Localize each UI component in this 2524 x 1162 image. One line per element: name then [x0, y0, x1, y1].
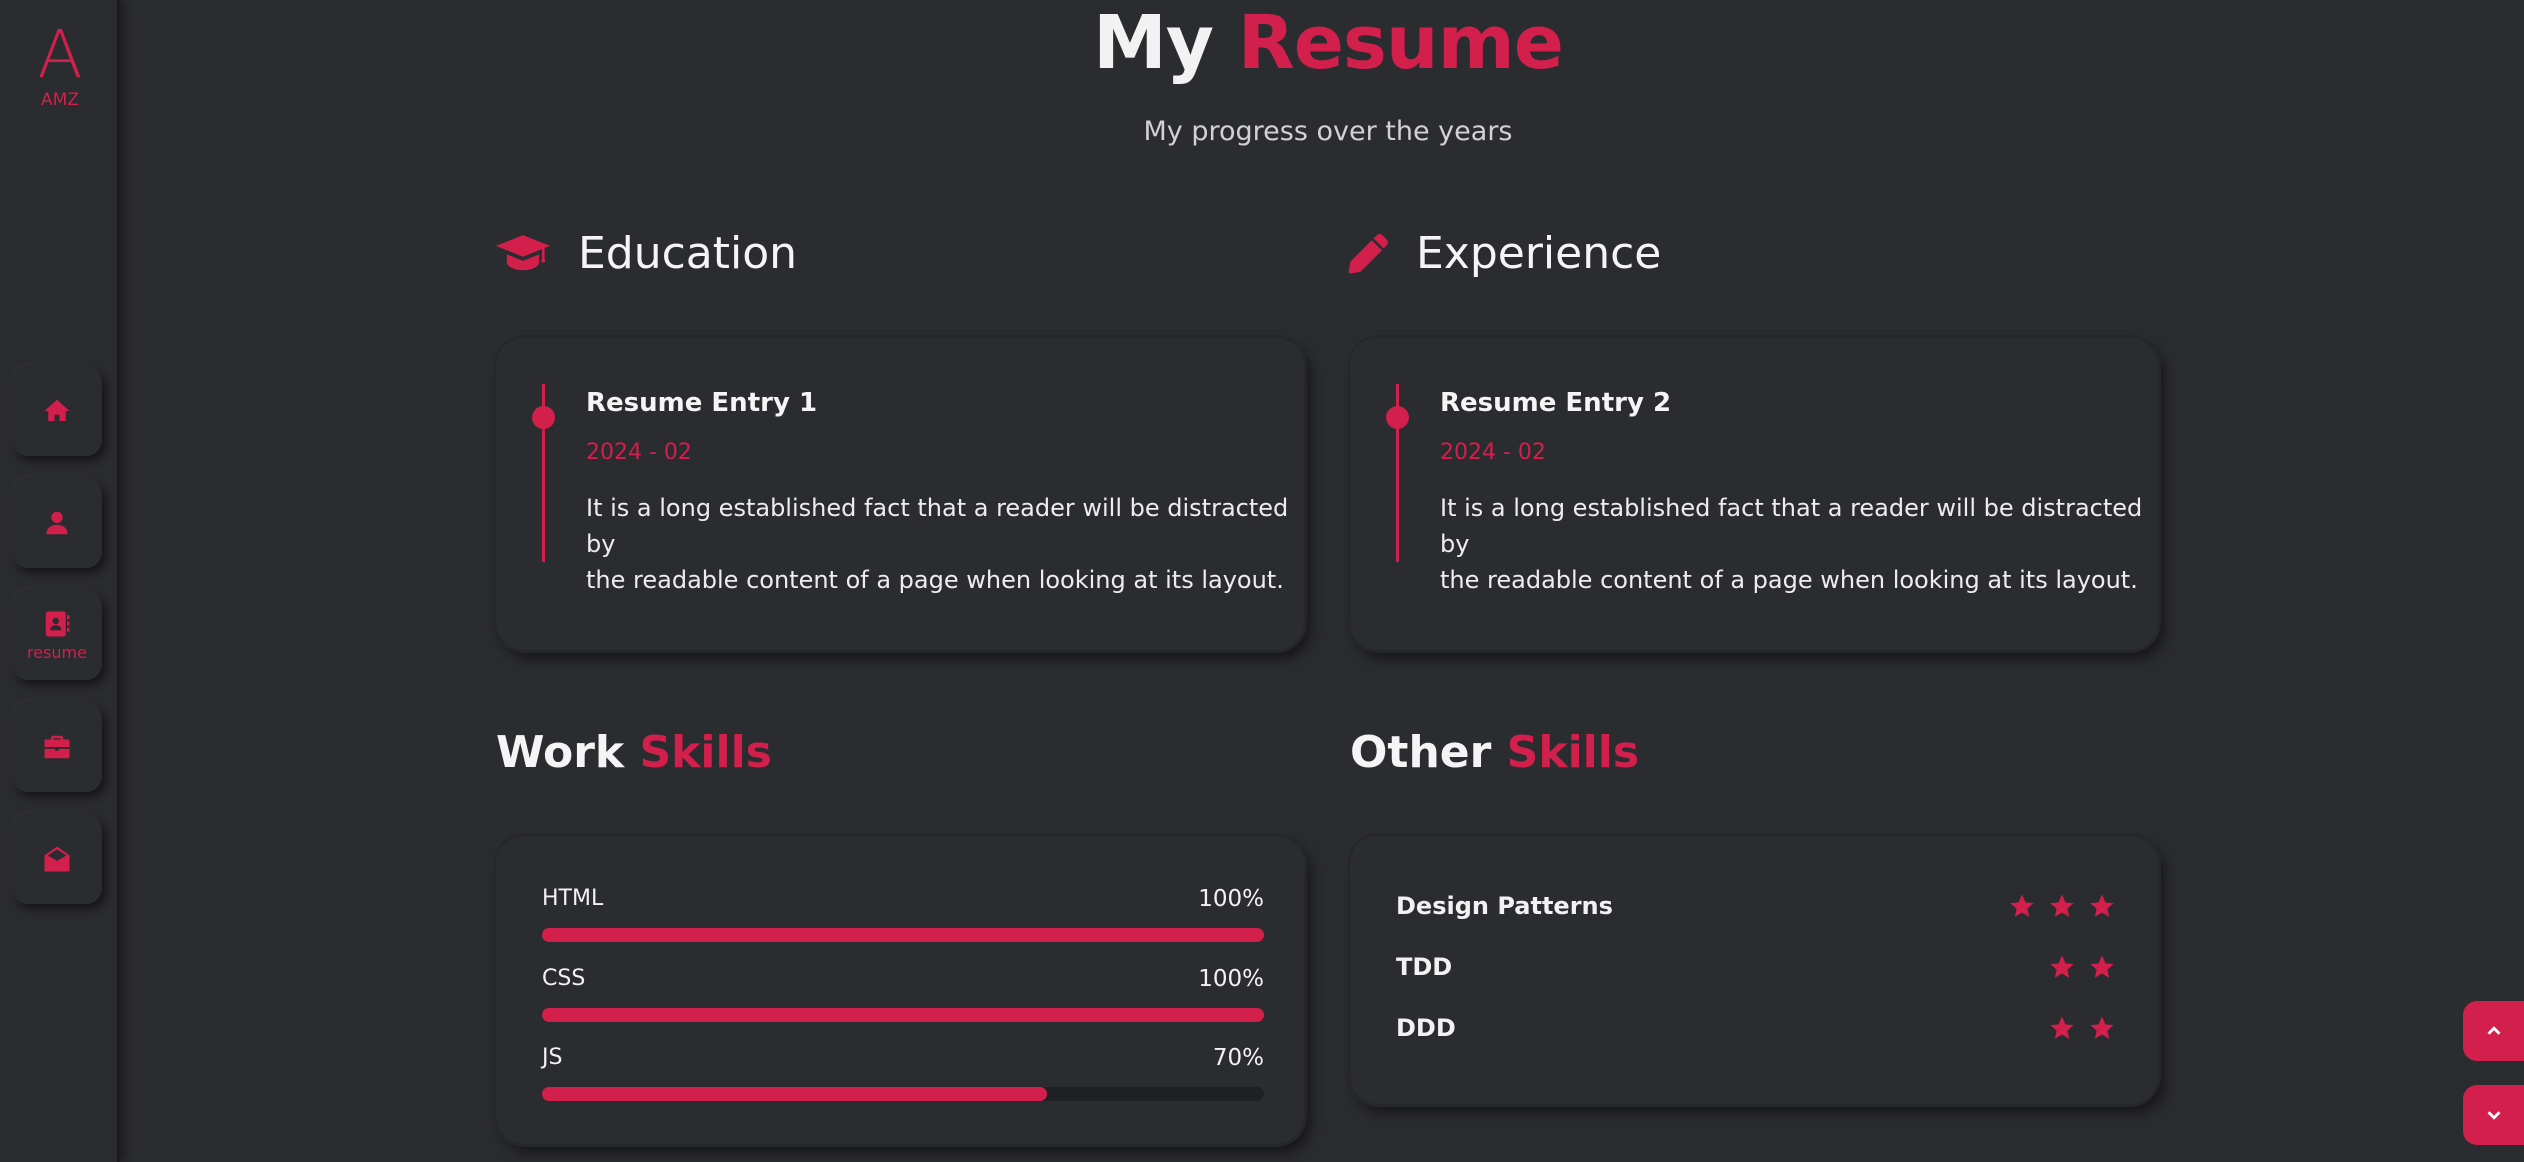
- skill-percent: 70%: [1212, 1045, 1264, 1071]
- education-heading-text: Education: [578, 228, 798, 279]
- entry-description: It is a long established fact that a rea…: [1440, 490, 2160, 598]
- other-skills-card: Design Patterns TDD DDD: [1350, 836, 2158, 1104]
- entry-description-line: It is a long established fact that a rea…: [586, 494, 1289, 558]
- skill-name: JS: [542, 1045, 563, 1070]
- other-skills-heading: Other Skills: [1350, 727, 1639, 778]
- timeline-dot: [532, 406, 555, 429]
- star-icon: [2090, 894, 2114, 917]
- progress-fill: [542, 1008, 1264, 1022]
- progress-track: [542, 1008, 1264, 1022]
- logo-text: AMZ: [41, 90, 79, 110]
- star-icon: [2010, 894, 2034, 917]
- other-skill-row: TDD: [1396, 949, 2116, 989]
- star-icon: [2050, 894, 2074, 917]
- skill-name: HTML: [542, 886, 604, 911]
- entry-title: Resume Entry 1: [586, 388, 818, 418]
- page-title: My Resume: [0, 0, 2524, 86]
- experience-heading-text: Experience: [1416, 228, 1662, 279]
- chevron-down-icon: [2487, 1111, 2500, 1120]
- other-skills-heading-accent: Skills: [1506, 727, 1640, 778]
- entry-description: It is a long established fact that a rea…: [586, 490, 1306, 598]
- entry-title: Resume Entry 2: [1440, 388, 1672, 418]
- briefcase-icon: [44, 735, 70, 759]
- education-heading: Education: [496, 228, 797, 279]
- user-icon: [46, 511, 68, 535]
- other-skill-name: Design Patterns: [1396, 892, 1613, 920]
- other-skill-name: TDD: [1396, 953, 1453, 981]
- graduation-cap-icon: [496, 234, 550, 270]
- entry-date: 2024 - 02: [1440, 440, 1546, 465]
- progress-track: [542, 1087, 1264, 1101]
- scroll-up-button[interactable]: [2463, 1001, 2524, 1061]
- nav-item-about[interactable]: [12, 478, 102, 568]
- nav-label-resume: resume: [27, 642, 87, 662]
- pencil-icon: [1348, 233, 1388, 273]
- star-icon: [2090, 1016, 2114, 1039]
- entry-description-line: the readable content of a page when look…: [1440, 566, 2138, 594]
- page-title-plain: My: [1093, 0, 1214, 86]
- star-icon: [2050, 955, 2074, 978]
- skill-percent: 100%: [1198, 966, 1264, 992]
- other-skill-name: DDD: [1396, 1014, 1456, 1042]
- entry-date: 2024 - 02: [586, 440, 692, 465]
- work-skills-card: HTML 100% CSS 100% JS 70%: [496, 836, 1304, 1144]
- scroll-down-button[interactable]: [2463, 1085, 2524, 1145]
- resume-icon: [45, 611, 70, 636]
- sidebar: A AMZ resume: [0, 0, 120, 1162]
- education-card: Resume Entry 1 2024 - 02 It is a long es…: [496, 338, 1304, 650]
- page-subtitle: My progress over the years: [1143, 116, 1513, 147]
- skill-percent: 100%: [1198, 886, 1264, 912]
- timeline-dot: [1386, 406, 1409, 429]
- work-skills-heading-plain: Work: [496, 727, 625, 778]
- entry-description-line: the readable content of a page when look…: [586, 566, 1284, 594]
- other-skills-heading-plain: Other: [1350, 727, 1492, 778]
- nav-item-portfolio[interactable]: [12, 702, 102, 792]
- page-title-accent: Resume: [1237, 0, 1564, 86]
- experience-card: Resume Entry 2 2024 - 02 It is a long es…: [1350, 338, 2158, 650]
- star-icon: [2090, 955, 2114, 978]
- progress-track: [542, 928, 1264, 942]
- nav-item-home[interactable]: [12, 366, 102, 456]
- progress-fill: [542, 928, 1264, 942]
- envelope-open-icon: [44, 846, 70, 872]
- work-skills-heading: Work Skills: [496, 727, 772, 778]
- sidebar-nav: resume: [12, 366, 102, 926]
- star-rating: [2036, 1014, 2116, 1042]
- star-icon: [2050, 1016, 2074, 1039]
- experience-heading: Experience: [1348, 228, 1661, 279]
- home-icon: [44, 399, 70, 421]
- chevron-up-icon: [2487, 1026, 2500, 1035]
- nav-item-contact[interactable]: [12, 814, 102, 904]
- other-skill-row: Design Patterns: [1396, 888, 2116, 928]
- other-skill-row: DDD: [1396, 1010, 2116, 1050]
- star-rating: [2036, 953, 2116, 981]
- work-skills-heading-accent: Skills: [639, 727, 772, 778]
- entry-description-line: It is a long established fact that a rea…: [1440, 494, 2143, 558]
- star-rating: [1996, 892, 2116, 920]
- nav-item-resume[interactable]: resume: [12, 590, 102, 680]
- skill-name: CSS: [542, 966, 586, 991]
- progress-fill: [542, 1087, 1048, 1101]
